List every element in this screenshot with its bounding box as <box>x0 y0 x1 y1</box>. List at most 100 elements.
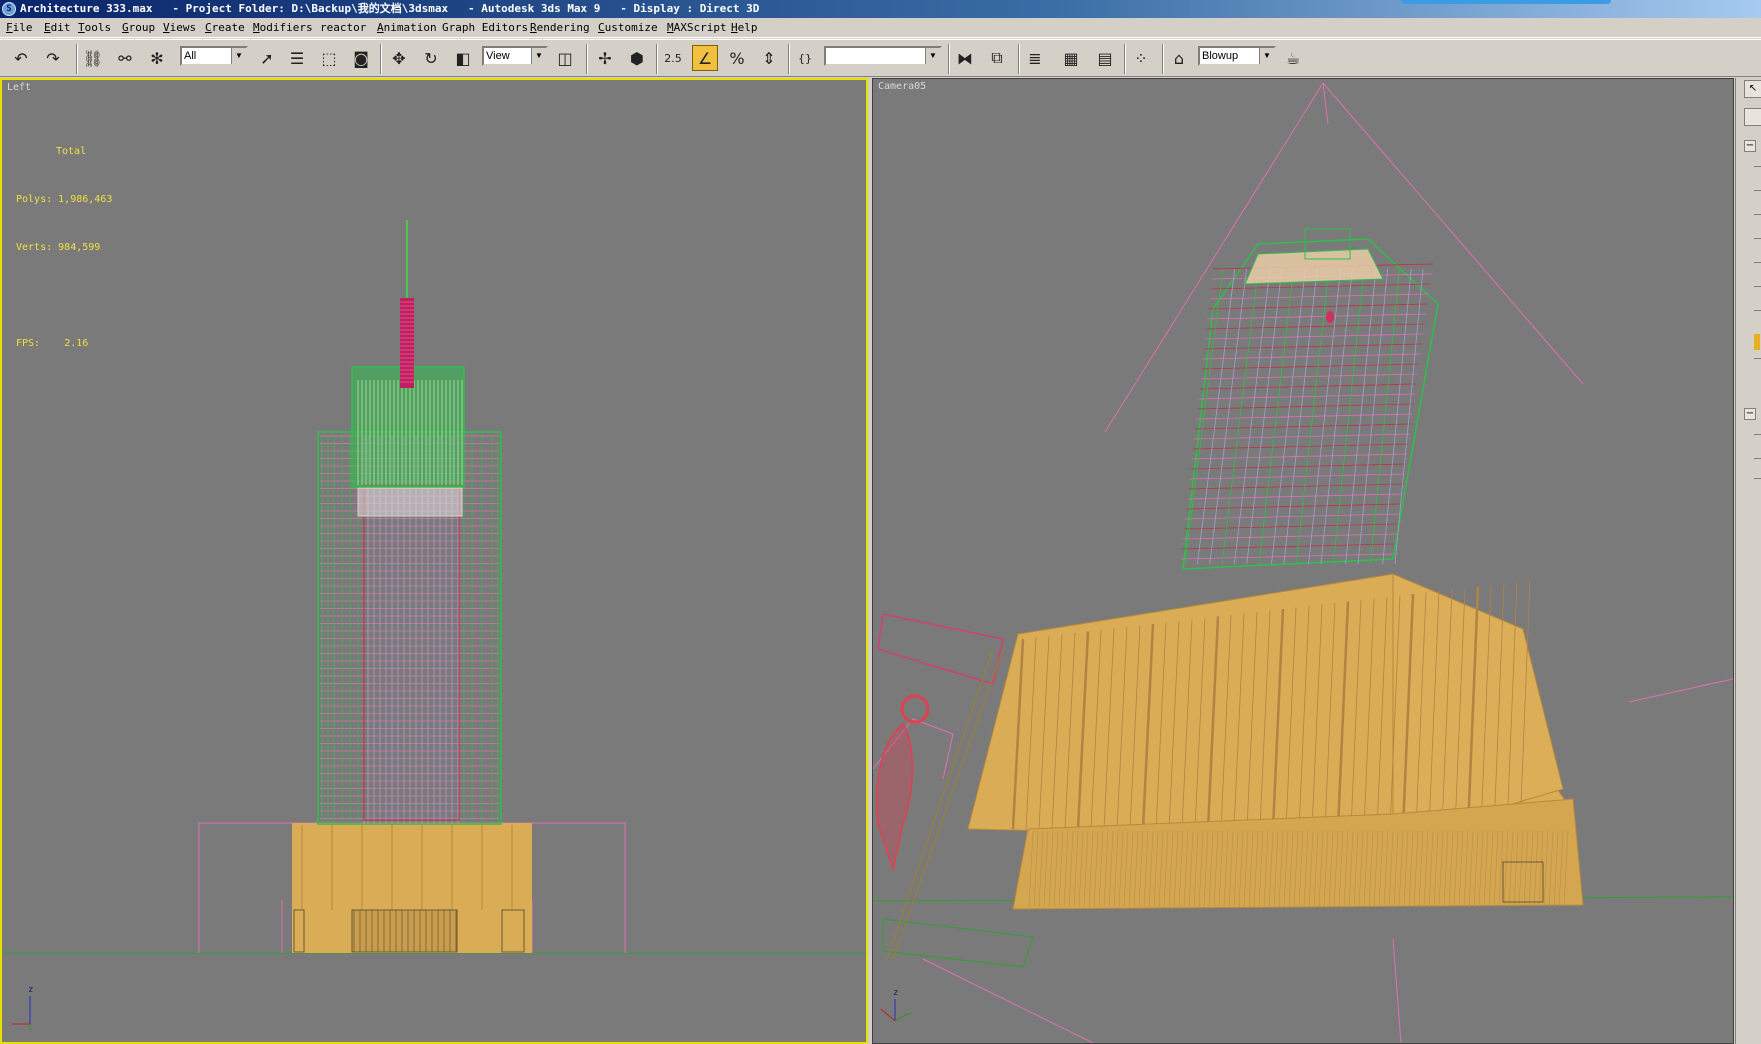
angle-snap-icon[interactable]: ∠ <box>692 45 718 71</box>
snap-label: 2.5 <box>664 51 682 65</box>
stats-polys: Polys: 1,986,463 <box>16 194 113 205</box>
axis-z-label: z <box>28 985 33 995</box>
percent-snap-icon[interactable]: % <box>724 45 750 71</box>
menu-help[interactable]: Help <box>731 18 758 38</box>
app-window: S Architecture 333.max - Project Folder:… <box>0 0 1761 1044</box>
tower-core <box>363 484 460 821</box>
crown-band <box>357 487 463 517</box>
spinner-snap-icon[interactable]: ⇕ <box>756 45 782 71</box>
floor-line <box>1188 483 1403 490</box>
schematic-view-icon[interactable]: ▤ <box>1092 45 1118 71</box>
rollout-collapse-icon[interactable]: − <box>1744 408 1756 420</box>
toolbar-separator <box>788 44 790 74</box>
keyboard-shortcut-icon[interactable]: ⬢ <box>624 45 650 71</box>
reference-coord-dropdown[interactable]: View ▼ <box>482 46 548 66</box>
rollout-collapse-icon[interactable]: − <box>1744 140 1756 152</box>
camera-frustum <box>1392 938 1402 1043</box>
render-type-dropdown[interactable]: Blowup ▼ <box>1198 46 1276 66</box>
max-logo-icon[interactable]: S <box>2 2 16 16</box>
title-bar: S Architecture 333.max - Project Folder:… <box>0 0 1761 18</box>
ground-plane <box>882 918 1034 968</box>
floor-line <box>1186 503 1400 510</box>
axis-x <box>880 1008 896 1022</box>
spire-mast <box>400 298 414 388</box>
toolbar-separator <box>76 44 78 74</box>
layer-manager-icon[interactable]: ≣ <box>1022 45 1048 71</box>
chevron-down-icon: ▼ <box>1259 48 1274 64</box>
camera-viewport-scene: z <box>873 82 1733 1043</box>
menu-graph-editors[interactable]: Graph Editors <box>442 18 528 38</box>
undo-icon[interactable]: ↶ <box>8 45 34 71</box>
floor-line <box>1194 433 1410 440</box>
menu-views[interactable]: Views <box>163 18 196 38</box>
snap-icon[interactable]: 2.5 <box>660 45 686 71</box>
rotate-icon[interactable]: ↻ <box>418 45 444 71</box>
toolbar-separator <box>656 44 658 74</box>
chevron-down-icon: ▼ <box>531 48 546 64</box>
menu-group[interactable]: Group <box>122 18 155 38</box>
menu-tools[interactable]: Tools <box>78 18 111 38</box>
reference-coord-value: View <box>486 50 510 62</box>
camera-frustum <box>1322 82 1329 125</box>
column-line <box>1345 268 1377 565</box>
axis-y <box>894 1012 910 1022</box>
floor-line <box>1184 523 1398 530</box>
cursor-icon[interactable]: ↖ <box>1744 80 1761 98</box>
menu-create[interactable]: Create <box>205 18 245 38</box>
named-selection-dropdown[interactable]: ▼ <box>824 46 942 66</box>
menu-reactor[interactable]: reactor <box>320 18 366 38</box>
floor-line <box>1187 493 1402 500</box>
manipulate-icon[interactable]: ✢ <box>592 45 618 71</box>
curve-editor-icon[interactable]: ▦ <box>1058 45 1084 71</box>
camera-viewport[interactable]: z Camera05 <box>872 78 1734 1044</box>
stats-header: Total <box>56 146 87 157</box>
quick-render-icon[interactable]: ☕ <box>1280 45 1306 71</box>
entrance <box>351 909 458 953</box>
select-link-icon[interactable]: ⛓ <box>80 45 106 71</box>
bind-spacewarp-icon[interactable]: ✻ <box>144 45 170 71</box>
window-crossing-icon[interactable]: ◙ <box>348 45 374 71</box>
window-title: Architecture 333.max - Project Folder: D… <box>20 2 760 15</box>
menu-customize[interactable]: Customize <box>598 18 658 38</box>
camera-frustum <box>1322 82 1584 385</box>
column-line <box>1209 268 1247 565</box>
main-toolbar: ↶ ↷ ⛓ ⚯ ✻ All ▼ ➚ ☰ ⬚ ◙ ✥ ↻ ◧ View ▼ ◫ ✢ ⬢… <box>0 39 1761 77</box>
align-icon[interactable]: ⧉ <box>984 45 1010 71</box>
chevron-down-icon: ▼ <box>925 48 940 64</box>
floor-line <box>1182 543 1395 550</box>
menu-edit[interactable]: Edit <box>44 18 71 38</box>
column-line <box>1369 268 1400 565</box>
floor-line <box>1195 423 1411 430</box>
scene-statistics: Total Polys: 1,986,463 Verts: 984,599 FP… <box>16 112 112 384</box>
viewport-label[interactable]: Camera05 <box>878 81 926 92</box>
viewport-label[interactable]: Left <box>7 82 31 93</box>
floor-line <box>1193 443 1409 450</box>
menu-modifiers[interactable]: Modifiers <box>253 18 313 38</box>
left-viewport[interactable]: z Left Total Polys: 1,986,463 Verts: 984… <box>0 78 868 1044</box>
render-scene-icon[interactable]: ⌂ <box>1166 45 1192 71</box>
window-controls[interactable] <box>1401 0 1611 4</box>
selection-filter-dropdown[interactable]: All ▼ <box>180 46 248 66</box>
material-editor-icon[interactable]: ⁘ <box>1128 45 1154 71</box>
select-object-icon[interactable]: ➚ <box>254 45 280 71</box>
menu-rendering[interactable]: Rendering <box>530 18 590 38</box>
menu-file[interactable]: File <box>6 18 33 38</box>
menu-animation[interactable]: Animation <box>377 18 437 38</box>
mirror-icon[interactable]: ⧓ <box>952 45 978 71</box>
select-by-name-icon[interactable]: ☰ <box>284 45 310 71</box>
move-icon[interactable]: ✥ <box>386 45 412 71</box>
column-line <box>1382 268 1412 565</box>
pivot-icon[interactable]: ◫ <box>552 45 578 71</box>
scale-icon[interactable]: ◧ <box>450 45 476 71</box>
floor-line <box>1180 553 1394 560</box>
menu-maxscript[interactable]: MAXScript <box>667 18 727 38</box>
toolbar-separator <box>948 44 950 74</box>
unlink-icon[interactable]: ⚯ <box>112 45 138 71</box>
redo-icon[interactable]: ↷ <box>40 45 66 71</box>
spire-top <box>1326 311 1334 323</box>
panel-tab[interactable] <box>1744 108 1761 126</box>
rect-region-icon[interactable]: ⬚ <box>316 45 342 71</box>
edit-named-sel-icon[interactable]: {} <box>792 45 818 71</box>
figure-head <box>900 694 930 724</box>
axis-z-label: z <box>893 988 898 998</box>
